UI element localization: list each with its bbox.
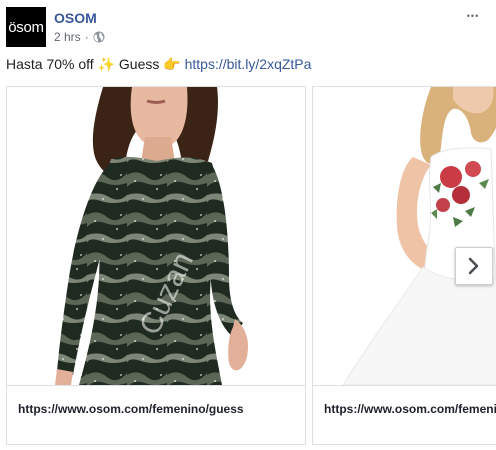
page-avatar[interactable]: ösom [6,7,46,47]
card-link-area[interactable]: https://www.osom.com/femenino/guess [313,385,496,444]
carousel-card[interactable]: Cuzan https://www.osom.com/femenino/gues… [6,86,306,445]
post-meta: 2 hrs · [54,30,105,44]
product-carousel: Cuzan https://www.osom.com/femenino/gues… [6,86,496,446]
carousel-next-button[interactable] [455,247,493,285]
caption-brand: Guess [118,56,160,72]
woman-white-dress-image [313,87,496,385]
card-url[interactable]: https://www.osom.com/femenino/guess [18,402,244,416]
more-options-icon: ••• [466,11,480,21]
caption-text: Hasta 70% off [6,56,94,72]
facebook-post: ösom OSOM 2 hrs · ••• Hasta 70% off ✨ Gu… [0,0,496,450]
page-name-link[interactable]: OSOM [54,10,97,26]
caption-link[interactable]: https://bit.ly/2xqZtPa [185,56,312,72]
card-url[interactable]: https://www.osom.com/femenino/guess [324,402,496,416]
card-link-area[interactable]: https://www.osom.com/femenino/guess [7,385,305,444]
pointing-hand-icon: 👉 [163,56,181,72]
meta-separator: · [84,30,89,44]
product-image[interactable]: Cuzan [7,87,305,385]
globe-icon [93,31,105,43]
woman-sequin-dress-image: Cuzan [7,87,305,385]
avatar-logo-text: ösom [8,18,44,36]
post-caption: Hasta 70% off ✨ Guess 👉 https://bit.ly/2… [6,56,311,73]
chevron-right-icon [468,257,479,275]
more-options-button[interactable]: ••• [462,8,484,24]
product-image[interactable] [313,87,496,385]
post-timestamp[interactable]: 2 hrs [54,30,81,44]
sparkles-icon: ✨ [97,56,116,72]
